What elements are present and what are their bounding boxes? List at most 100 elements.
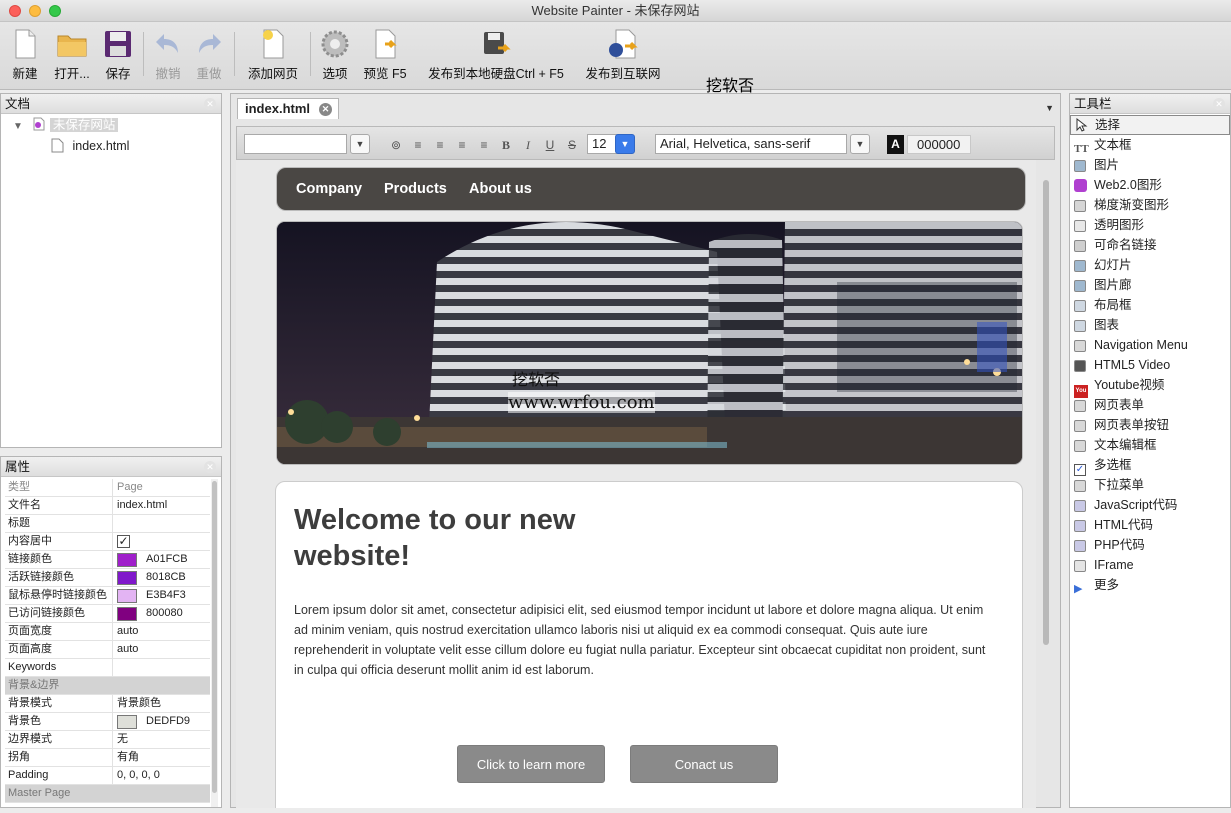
- tool-item[interactable]: 网页表单按钮: [1070, 415, 1230, 435]
- color-swatch[interactable]: [117, 606, 137, 621]
- open-button[interactable]: 打开...: [50, 28, 94, 82]
- property-row[interactable]: 鼠标悬停时链接颜色 E3B4F3: [5, 587, 210, 605]
- property-value[interactable]: [113, 659, 210, 676]
- tool-item[interactable]: 网页表单: [1070, 395, 1230, 415]
- tool-item[interactable]: ▶ 更多: [1070, 575, 1230, 595]
- color-swatch[interactable]: [117, 570, 137, 585]
- content-box[interactable]: Welcome to our new website! Lorem ipsum …: [275, 481, 1023, 808]
- property-row[interactable]: 标题: [5, 515, 210, 533]
- property-color-value[interactable]: A01FCB: [113, 551, 210, 568]
- font-size-dropdown-button[interactable]: ▼: [615, 134, 635, 154]
- style-input[interactable]: [244, 134, 347, 154]
- close-window-button[interactable]: [9, 5, 21, 17]
- properties-scrollbar[interactable]: [211, 479, 218, 807]
- strikethrough-icon[interactable]: S: [565, 138, 579, 152]
- align-justify-icon[interactable]: ≡: [477, 138, 491, 152]
- close-tab-icon[interactable]: ✕: [319, 103, 332, 116]
- tab-overflow-icon[interactable]: ▼: [1045, 103, 1054, 113]
- property-row[interactable]: 拐角 有角: [5, 749, 210, 767]
- property-value[interactable]: index.html: [113, 497, 210, 514]
- properties-scroll-thumb[interactable]: [212, 481, 217, 793]
- link-icon[interactable]: ⊚: [389, 138, 403, 152]
- property-color-value[interactable]: 8018CB: [113, 569, 210, 586]
- tool-item[interactable]: IFrame: [1070, 555, 1230, 575]
- bold-icon[interactable]: B: [499, 138, 513, 152]
- property-row[interactable]: 页面高度 auto: [5, 641, 210, 659]
- tool-item[interactable]: 图片: [1070, 155, 1230, 175]
- site-tree-node[interactable]: ▼ 未保存网站: [13, 116, 119, 134]
- publish-local-button[interactable]: 发布到本地硬盘Ctrl + F5: [420, 28, 572, 82]
- align-left-icon[interactable]: ≡: [411, 138, 425, 152]
- tool-item[interactable]: 选择: [1070, 115, 1230, 135]
- nav-item-products[interactable]: Products: [384, 181, 447, 197]
- property-row[interactable]: 已访问链接颜色 800080: [5, 605, 210, 623]
- contact-us-button[interactable]: Conact us: [630, 745, 778, 783]
- tool-item[interactable]: 文本编辑框: [1070, 435, 1230, 455]
- property-row[interactable]: 内容居中 ✓: [5, 533, 210, 551]
- welcome-heading[interactable]: Welcome to our new website!: [294, 502, 634, 574]
- property-value[interactable]: 背景颜色: [113, 695, 210, 712]
- property-value[interactable]: 无: [113, 731, 210, 748]
- property-value[interactable]: auto: [113, 641, 210, 658]
- underline-icon[interactable]: U: [543, 138, 557, 152]
- page-tree-node[interactable]: index.html: [51, 137, 129, 155]
- tab-index-html[interactable]: index.html ✕: [237, 98, 339, 119]
- collapse-triangle-icon[interactable]: ▼: [13, 121, 23, 132]
- tool-item[interactable]: 透明图形: [1070, 215, 1230, 235]
- property-value[interactable]: auto: [113, 623, 210, 640]
- property-value[interactable]: 0, 0, 0, 0: [113, 767, 210, 784]
- property-color-value[interactable]: DEDFD9: [113, 713, 210, 730]
- publish-web-button[interactable]: 发布到互联网: [580, 28, 666, 82]
- tool-item[interactable]: HTML5 Video: [1070, 355, 1230, 375]
- tool-item[interactable]: You Youtube视频: [1070, 375, 1230, 398]
- canvas-scroll-thumb[interactable]: [1043, 180, 1049, 645]
- color-swatch[interactable]: [117, 588, 137, 603]
- preview-button[interactable]: 预览 F5: [360, 28, 410, 82]
- tool-item[interactable]: 可命名链接: [1070, 235, 1230, 255]
- property-row[interactable]: Keywords: [5, 659, 210, 677]
- property-row[interactable]: 文件名 index.html: [5, 497, 210, 515]
- tool-item[interactable]: 图表: [1070, 315, 1230, 335]
- property-value[interactable]: [113, 515, 210, 532]
- options-button[interactable]: 选项: [318, 28, 352, 82]
- tool-item[interactable]: HTML代码: [1070, 515, 1230, 535]
- nav-item-company[interactable]: Company: [296, 181, 362, 197]
- tool-item[interactable]: 下拉菜单: [1070, 475, 1230, 495]
- style-dropdown-button[interactable]: ▼: [350, 134, 370, 154]
- property-row[interactable]: 类型 Page: [5, 479, 210, 497]
- tool-item[interactable]: 幻灯片: [1070, 255, 1230, 275]
- tool-item[interactable]: PHP代码: [1070, 535, 1230, 555]
- property-row[interactable]: 背景模式 背景颜色: [5, 695, 210, 713]
- font-family-input[interactable]: Arial, Helvetica, sans-serif: [655, 134, 847, 154]
- property-row[interactable]: Padding 0, 0, 0, 0: [5, 767, 210, 785]
- align-center-icon[interactable]: ≡: [433, 138, 447, 152]
- property-row[interactable]: 背景色 DEDFD9: [5, 713, 210, 731]
- learn-more-button[interactable]: Click to learn more: [457, 745, 605, 783]
- new-button[interactable]: 新建: [8, 28, 42, 82]
- tool-item[interactable]: TT 文本框: [1070, 135, 1230, 155]
- tool-item[interactable]: JavaScript代码: [1070, 495, 1230, 515]
- canvas-scrollbar[interactable]: [1041, 164, 1051, 804]
- property-row[interactable]: 页面宽度 auto: [5, 623, 210, 641]
- property-value[interactable]: Page: [113, 479, 210, 496]
- site-navigation-bar[interactable]: Company Products About us: [276, 167, 1026, 211]
- close-icon[interactable]: ✕: [204, 461, 216, 473]
- text-color-value[interactable]: 000000: [907, 135, 971, 154]
- property-row[interactable]: 链接颜色 A01FCB: [5, 551, 210, 569]
- tool-item[interactable]: 梯度渐变图形: [1070, 195, 1230, 215]
- zoom-window-button[interactable]: [49, 5, 61, 17]
- tool-item[interactable]: Web2.0图形: [1070, 175, 1230, 195]
- property-row[interactable]: 边界模式无: [5, 731, 210, 749]
- design-canvas[interactable]: Company Products About us 挖软否 www.wrfou.…: [236, 160, 1036, 808]
- minimize-window-button[interactable]: [29, 5, 41, 17]
- font-family-dropdown-button[interactable]: ▼: [850, 134, 870, 154]
- text-color-button[interactable]: A: [887, 135, 904, 154]
- add-page-button[interactable]: 添加网页: [244, 28, 302, 82]
- property-row[interactable]: 活跃链接颜色 8018CB: [5, 569, 210, 587]
- hero-image[interactable]: 挖软否 www.wrfou.com: [276, 221, 1023, 465]
- property-value[interactable]: 有角: [113, 749, 210, 766]
- tool-item[interactable]: 布局框: [1070, 295, 1230, 315]
- lorem-paragraph[interactable]: Lorem ipsum dolor sit amet, consectetur …: [294, 600, 994, 680]
- undo-button[interactable]: 撤销: [152, 28, 184, 82]
- checkbox[interactable]: ✓: [117, 535, 130, 548]
